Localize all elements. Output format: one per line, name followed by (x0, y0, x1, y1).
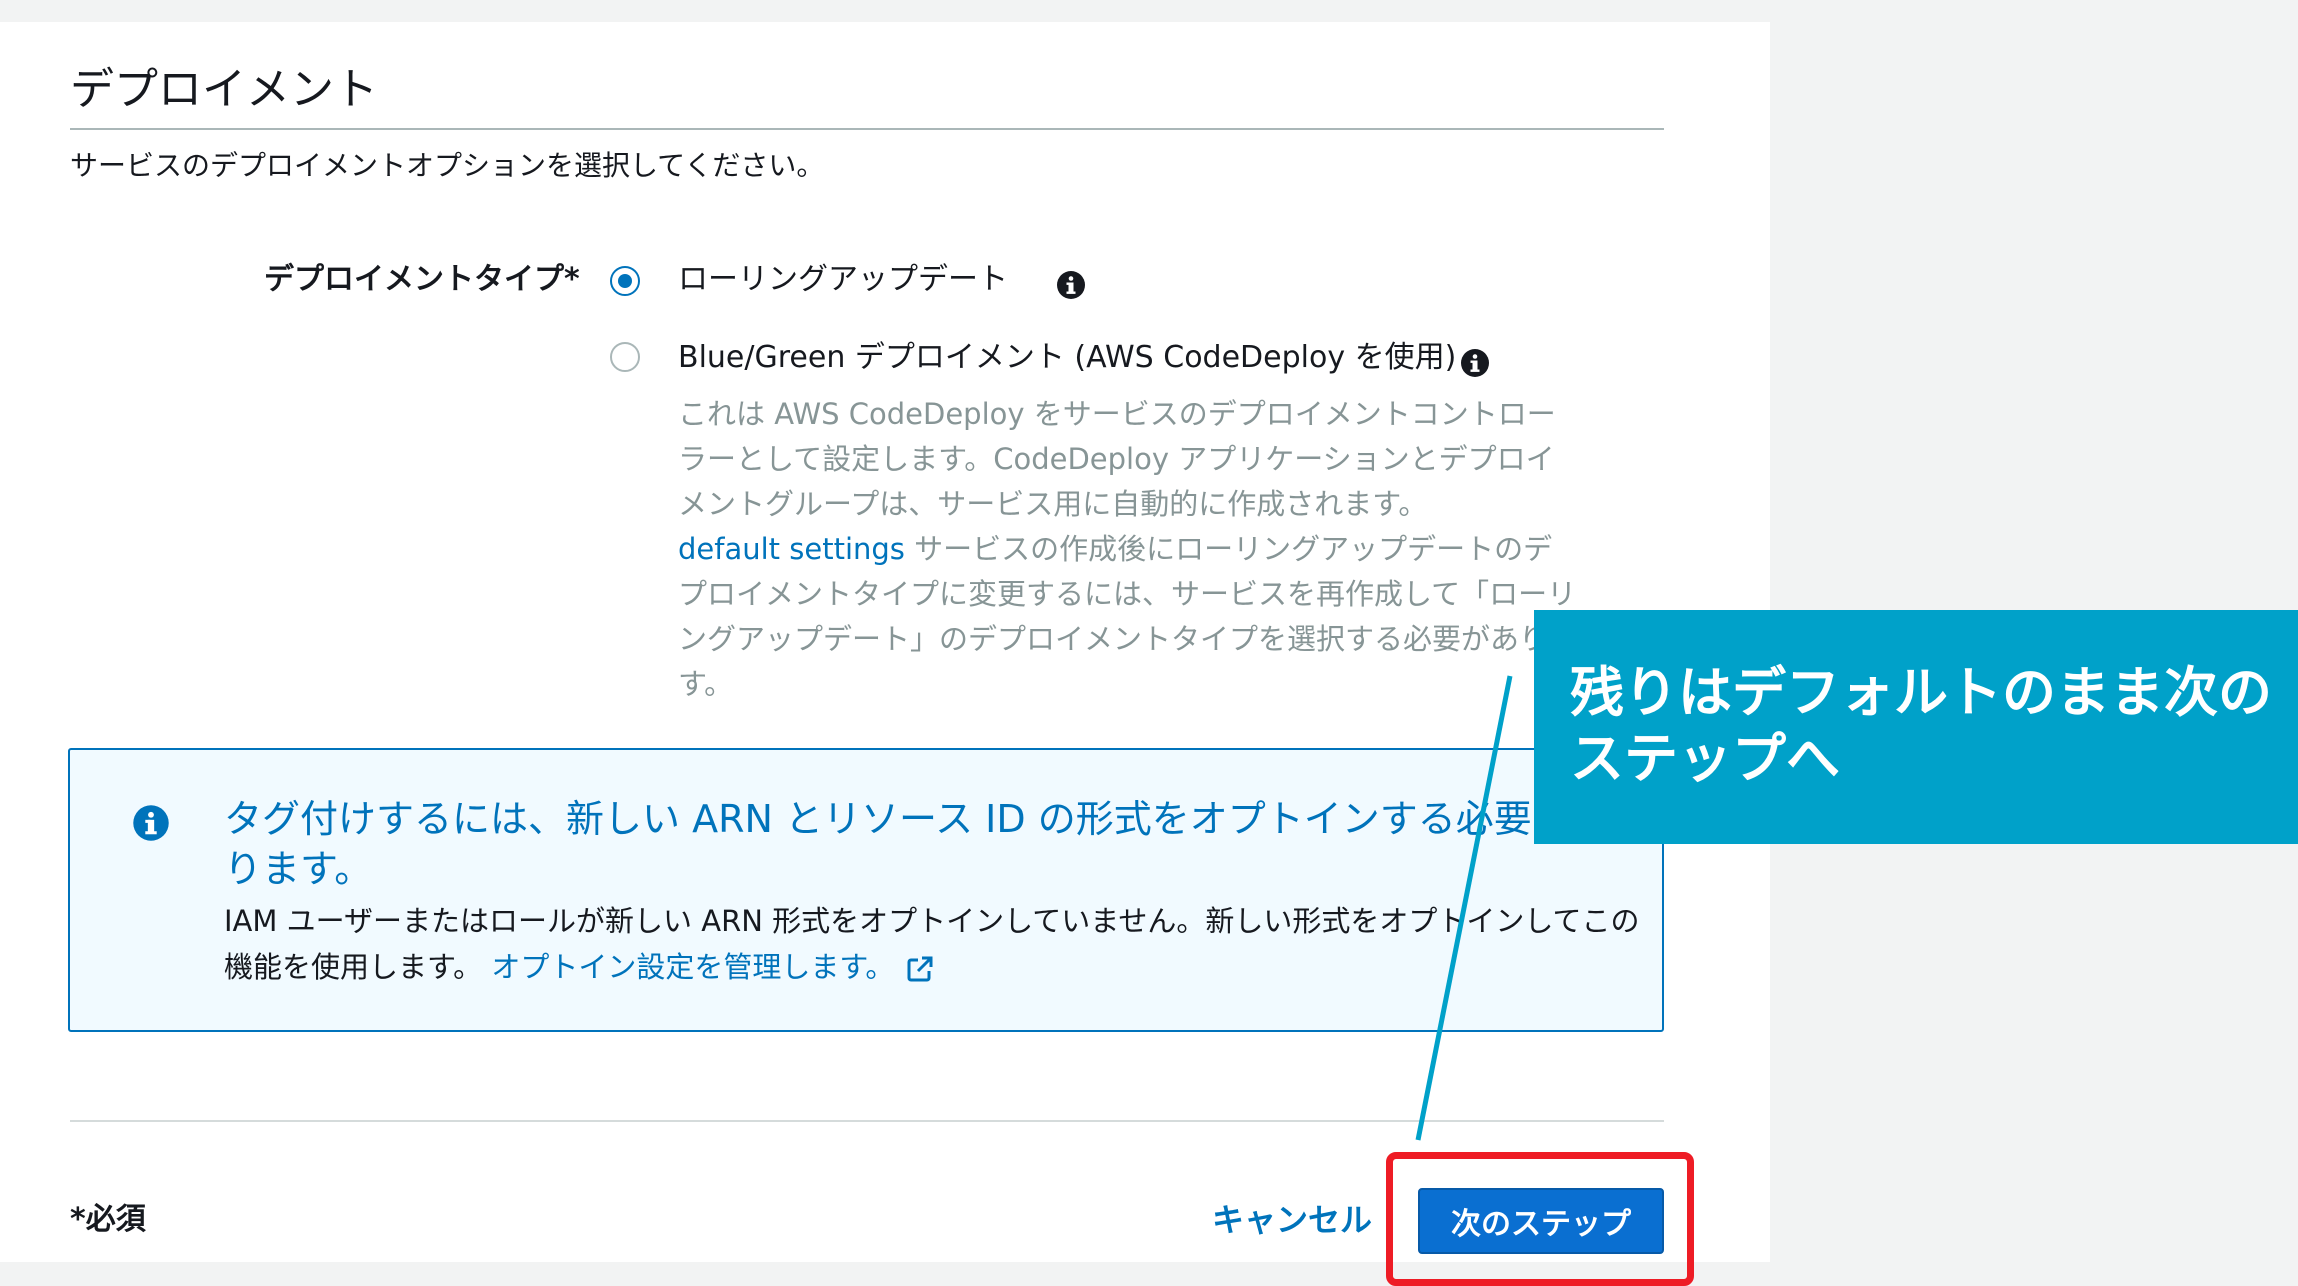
required-note: *必須 (70, 1202, 146, 1237)
bluegreen-description: これは AWS CodeDeploy をサービスのデプロイメントコントローラーと… (678, 392, 1578, 707)
info-icon (133, 805, 169, 841)
callout-text: 残りはデフォルトのまま次のステップへ (1570, 661, 2272, 790)
section-title: デプロイメント (70, 64, 378, 115)
arn-optin-alert: タグ付けするには、新しい ARN とリソース ID の形式をオプトインする必要が… (68, 748, 1664, 1032)
deployment-type-label: デプロイメントタイプ* (264, 262, 580, 297)
optin-settings-link[interactable]: オプトイン設定を管理します。 (491, 950, 894, 984)
default-settings-link[interactable]: default settings (678, 532, 905, 566)
next-step-button[interactable]: 次のステップ (1418, 1188, 1664, 1254)
info-icon[interactable] (1460, 348, 1490, 378)
alert-body: IAM ユーザーまたはロールが新しい ARN 形式をオプトインしていません。新し… (224, 898, 1644, 990)
cancel-button[interactable]: キャンセル (1212, 1198, 1372, 1242)
deployment-panel: デプロイメント サービスのデプロイメントオプションを選択してください。 デプロイ… (0, 22, 1770, 1286)
external-link-icon[interactable] (904, 953, 936, 985)
radio-bluegreen-deployment[interactable] (610, 342, 640, 372)
info-icon[interactable] (1056, 270, 1086, 300)
rolling-update-label[interactable]: ローリングアップデート (678, 258, 1008, 302)
section-description: サービスのデプロイメントオプションを選択してください。 (70, 149, 825, 182)
footer-divider (70, 1120, 1664, 1122)
annotation-callout: 残りはデフォルトのまま次のステップへ (1534, 610, 2298, 844)
bluegreen-description-text: これは AWS CodeDeploy をサービスのデプロイメントコントローラーと… (678, 397, 1556, 521)
alert-heading: タグ付けするには、新しい ARN とリソース ID の形式をオプトインする必要が… (224, 797, 1608, 891)
bluegreen-deployment-label[interactable]: Blue/Green デプロイメント (AWS CodeDeploy を使用) (678, 336, 1456, 380)
title-divider (70, 128, 1664, 130)
radio-rolling-update[interactable] (610, 266, 640, 296)
